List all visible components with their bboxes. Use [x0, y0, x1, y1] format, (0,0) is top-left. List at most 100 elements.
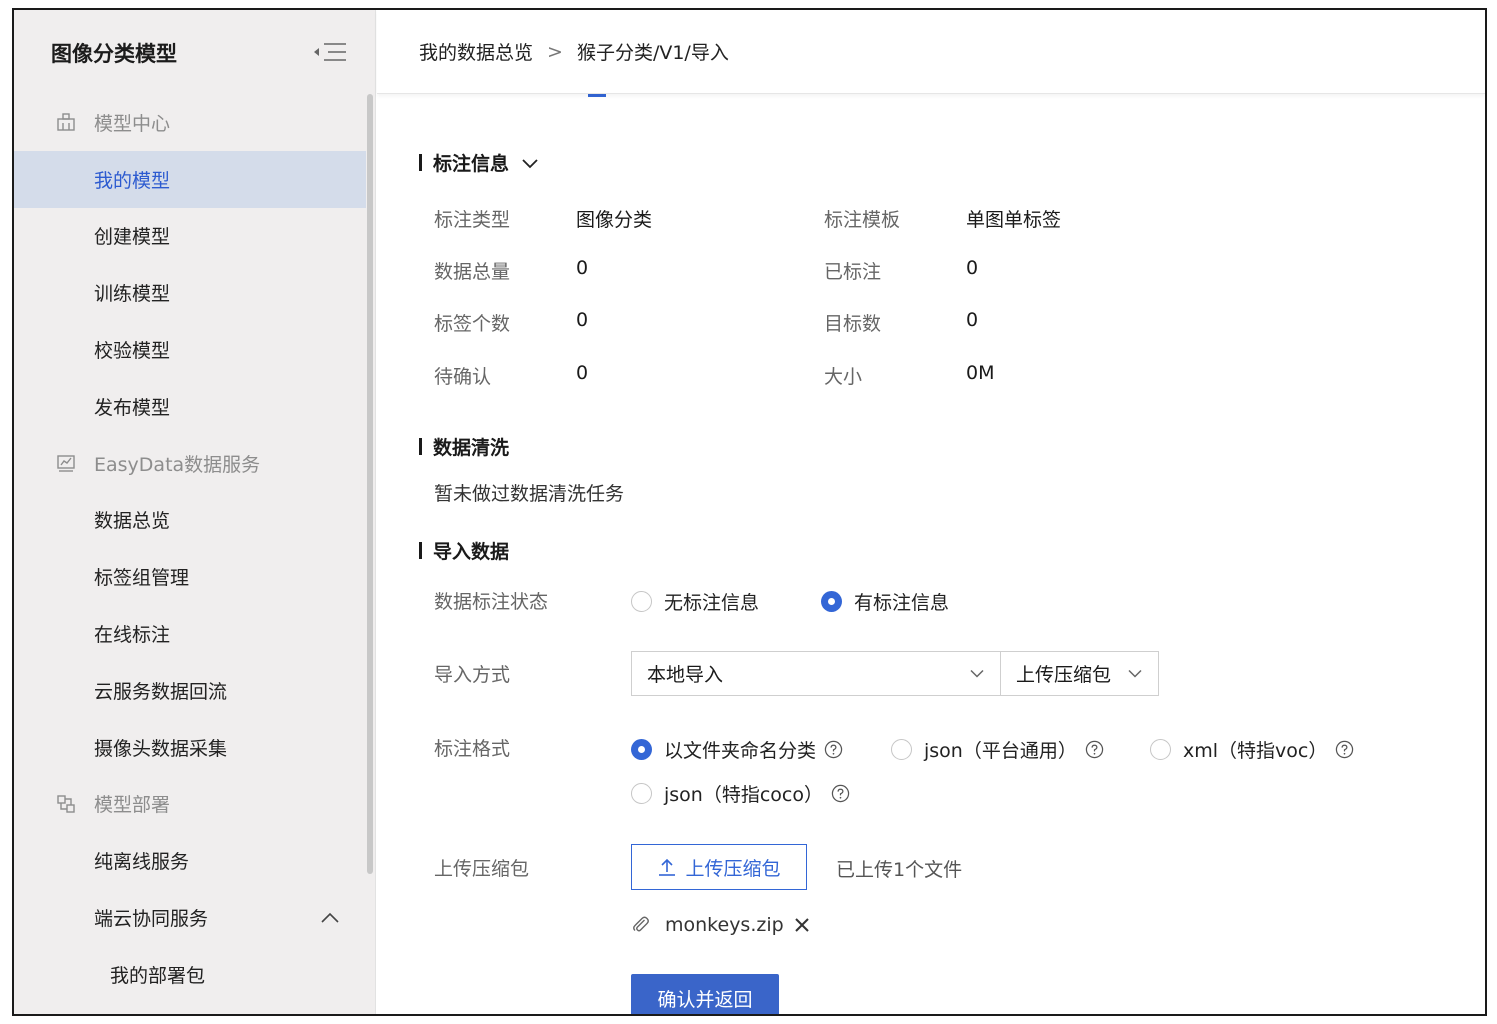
nav-group-easydata[interactable]: EasyData数据服务: [14, 435, 366, 492]
nav-item-edge-cloud-service[interactable]: 端云协同服务: [14, 889, 366, 946]
field-key-target-count: 目标数: [824, 313, 882, 335]
sidebar-header: 图像分类模型: [14, 10, 375, 94]
uploaded-count-text: 已上传1个文件: [836, 859, 963, 881]
sidebar: 图像分类模型 模型中心 我的模型 创建模型 训练模型 校验模型 发布模型 Eas…: [14, 10, 376, 1014]
radio-with-annotation[interactable]: 有标注信息: [821, 588, 949, 615]
field-value-annotation-type: 图像分类: [576, 209, 653, 231]
field-key-pending: 待确认: [434, 366, 492, 388]
nav-item-train-model[interactable]: 训练模型: [14, 264, 366, 321]
sidebar-nav: 模型中心 我的模型 创建模型 训练模型 校验模型 发布模型 EasyData数据…: [14, 94, 366, 1003]
nav-group-label: 模型中心: [94, 112, 171, 135]
chevron-down-icon[interactable]: [521, 157, 539, 169]
nav-item-publish-model[interactable]: 发布模型: [14, 378, 366, 435]
radio-label: 无标注信息: [664, 592, 760, 614]
radio-dot: [891, 739, 912, 760]
section-marker: [419, 154, 422, 171]
file-name: monkeys.zip: [665, 914, 784, 936]
radio-label: xml（特指voc）: [1183, 740, 1328, 762]
radio-dot: [631, 591, 652, 612]
field-value-pending: 0: [576, 362, 589, 384]
paperclip-icon: [633, 916, 649, 932]
radio-format-json-platform[interactable]: json（平台通用）: [891, 736, 1104, 763]
nav-item-label: 数据总览: [94, 510, 171, 533]
section-marker: [419, 542, 422, 559]
help-icon[interactable]: [1335, 740, 1354, 759]
nav-item-label: 端云协同服务: [94, 908, 209, 931]
breadcrumb-link-data-overview[interactable]: 我的数据总览: [419, 38, 533, 65]
upload-archive-label: 上传压缩包: [434, 858, 530, 880]
nav-item-validate-model[interactable]: 校验模型: [14, 321, 366, 378]
nav-item-online-annotation[interactable]: 在线标注: [14, 605, 366, 662]
field-value-label-count: 0: [576, 309, 589, 331]
import-method-label: 导入方式: [434, 664, 511, 686]
nav-group-label: 模型部署: [94, 794, 171, 817]
help-icon[interactable]: [831, 784, 850, 803]
uploaded-file-item: monkeys.zip: [631, 914, 810, 936]
nav-item-data-overview[interactable]: 数据总览: [14, 492, 366, 549]
radio-label: 有标注信息: [854, 592, 950, 614]
nav-item-label: 我的部署包: [110, 964, 206, 987]
chevron-down-icon: [970, 669, 984, 678]
field-value-size: 0M: [966, 362, 995, 384]
section-title-text: 标注信息: [433, 153, 510, 175]
nav-group-deployment[interactable]: 模型部署: [14, 776, 366, 833]
radio-label: json（特指coco）: [664, 784, 823, 806]
remove-file-icon[interactable]: [794, 917, 810, 933]
help-icon[interactable]: [824, 740, 843, 759]
nav-item-my-deploy-packages[interactable]: 我的部署包: [14, 946, 366, 1003]
nav-item-cloud-data-backflow[interactable]: 云服务数据回流: [14, 662, 366, 719]
nav-item-label: 摄像头数据采集: [94, 737, 228, 760]
field-key-size: 大小: [824, 366, 863, 388]
field-value-target-count: 0: [966, 309, 979, 331]
model-center-icon: [57, 113, 75, 132]
breadcrumb-separator: >: [547, 40, 563, 63]
field-key-annotated: 已标注: [824, 261, 882, 283]
nav-group-model-center[interactable]: 模型中心: [14, 94, 366, 151]
nav-item-label: 我的模型: [94, 169, 171, 192]
chart-icon: [57, 455, 75, 472]
field-key-annotation-template: 标注模板: [824, 209, 901, 231]
nav-item-my-models[interactable]: 我的模型: [14, 150, 366, 208]
help-icon[interactable]: [1085, 740, 1104, 759]
collapse-sidebar-icon[interactable]: [312, 40, 348, 64]
upload-archive-button[interactable]: 上传压缩包: [631, 844, 807, 890]
field-value-annotated: 0: [966, 257, 979, 279]
radio-label: 以文件夹命名分类: [664, 740, 817, 762]
app-window: 图像分类模型 模型中心 我的模型 创建模型 训练模型 校验模型 发布模型 Eas…: [12, 8, 1487, 1016]
section-title-text: 数据清洗: [433, 437, 510, 459]
radio-dot: [1150, 739, 1171, 760]
radio-format-folder[interactable]: 以文件夹命名分类: [631, 736, 843, 763]
nav-item-label: 云服务数据回流: [94, 680, 228, 703]
nav-item-label: 训练模型: [94, 283, 171, 306]
nav-item-create-model[interactable]: 创建模型: [14, 208, 366, 265]
confirm-and-return-button[interactable]: 确认并返回: [631, 974, 779, 1014]
data-cleaning-status: 暂未做过数据清洗任务: [434, 483, 625, 505]
field-key-annotation-type: 标注类型: [434, 209, 511, 231]
import-method-select[interactable]: 本地导入: [631, 651, 1001, 696]
field-value-annotation-template: 单图单标签: [966, 209, 1062, 231]
chevron-down-icon: [1128, 669, 1142, 678]
nav-item-offline-service[interactable]: 纯离线服务: [14, 832, 366, 889]
nav-group-label: EasyData数据服务: [94, 453, 261, 476]
data-cleaning-title: 数据清洗: [419, 433, 509, 460]
nav-item-label: 纯离线服务: [94, 851, 190, 874]
content-area: 标注信息 标注类型 图像分类 标注模板 单图单标签 数据总量 0 已标注 0 标…: [377, 94, 1485, 1014]
radio-no-annotation[interactable]: 无标注信息: [631, 588, 759, 615]
nav-item-label-groups[interactable]: 标签组管理: [14, 548, 366, 605]
select-value: 上传压缩包: [1016, 664, 1112, 686]
annotation-info-title[interactable]: 标注信息: [419, 149, 539, 176]
import-source-select[interactable]: 上传压缩包: [1000, 651, 1159, 696]
upload-icon: [659, 858, 676, 876]
nav-item-camera-collection[interactable]: 摄像头数据采集: [14, 719, 366, 776]
sidebar-scrollbar[interactable]: [367, 94, 373, 874]
deploy-icon: [57, 795, 75, 813]
sidebar-title: 图像分类模型: [51, 42, 177, 66]
nav-item-label: 在线标注: [94, 624, 171, 647]
field-key-total-data: 数据总量: [434, 261, 511, 283]
radio-format-xml-voc[interactable]: xml（特指voc）: [1150, 736, 1354, 763]
chevron-up-icon[interactable]: [320, 912, 340, 924]
radio-label: json（平台通用）: [924, 740, 1077, 762]
section-title-text: 导入数据: [433, 541, 510, 563]
nav-item-label: 发布模型: [94, 396, 171, 419]
radio-format-json-coco[interactable]: json（特指coco）: [631, 780, 850, 807]
